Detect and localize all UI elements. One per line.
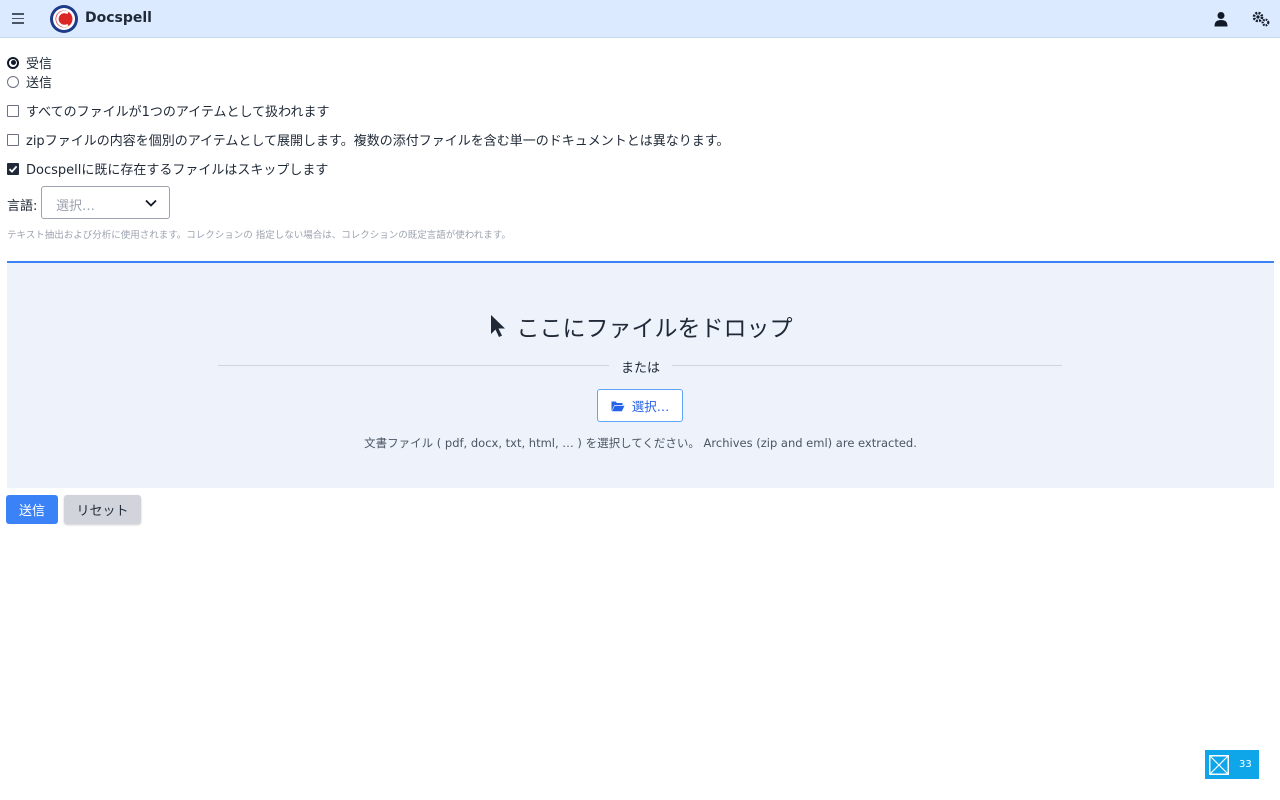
flatten-zip-checkbox[interactable] (7, 133, 19, 146)
radio-incoming-label: 受信 (26, 57, 53, 72)
app-title[interactable]: Docspell (85, 10, 152, 26)
flatten-zip-label: zipファイルの内容を個別のアイテムとして展開します。複数の添付ファイルを含む単… (26, 134, 730, 149)
docspell-logo[interactable] (49, 4, 79, 34)
radio-outgoing-label: 送信 (26, 76, 53, 91)
hamburger-menu-icon[interactable] (12, 13, 24, 24)
single-item-checkbox[interactable] (7, 104, 19, 117)
skip-duplicates-option[interactable]: Docspellに既に存在するファイルはスキップします (7, 159, 328, 178)
dropzone-title-text: ここにファイルをドロップ (516, 316, 793, 342)
select-files-label: 選択… (631, 399, 670, 414)
submit-button[interactable]: 送信 (6, 495, 58, 524)
top-navigation-bar: Docspell (0, 0, 1280, 38)
dropzone-title: ここにファイルをドロップ (7, 309, 1274, 343)
skip-duplicates-label: Docspellに既に存在するファイルはスキップします (26, 163, 329, 178)
folder-open-icon (611, 401, 625, 411)
radio-incoming-button[interactable] (7, 56, 19, 69)
radio-outgoing[interactable]: 送信 (7, 72, 52, 91)
checkmark-icon (8, 165, 18, 173)
single-item-option[interactable]: すべてのファイルが1つのアイテムとして扱われます (7, 101, 330, 120)
cogs-icon[interactable] (1252, 11, 1270, 27)
or-divider-label: または (7, 357, 1274, 376)
language-select[interactable]: 選択… (41, 186, 170, 219)
chevron-down-icon (145, 199, 157, 207)
flatten-zip-option[interactable]: zipファイルの内容を個別のアイテムとして展開します。複数の添付ファイルを含む単… (7, 130, 729, 149)
file-dropzone[interactable]: ここにファイルをドロップ または 選択… 文書ファイル ( pdf, docx,… (7, 261, 1274, 488)
notification-badge[interactable]: 33 (1205, 750, 1259, 779)
skip-duplicates-checkbox[interactable] (7, 162, 19, 175)
select-files-button[interactable]: 選択… (597, 389, 683, 422)
user-icon[interactable] (1213, 11, 1229, 27)
radio-incoming[interactable]: 受信 (7, 53, 52, 72)
language-hint: テキスト抽出および分析に使用されます。コレクションの 指定しない場合は、コレクシ… (7, 230, 511, 241)
radio-outgoing-button[interactable] (7, 75, 19, 88)
language-select-placeholder: 選択… (56, 199, 96, 214)
envelope-icon (1209, 754, 1229, 775)
reset-button[interactable]: リセット (64, 495, 141, 524)
mouse-pointer-icon (490, 315, 505, 337)
dropzone-description: 文書ファイル ( pdf, docx, txt, html, … ) を選択して… (364, 436, 917, 450)
or-text: または (608, 361, 672, 376)
language-label: 言語: (7, 199, 38, 214)
badge-count: 33 (1239, 759, 1252, 770)
single-item-label: すべてのファイルが1つのアイテムとして扱われます (26, 105, 330, 120)
